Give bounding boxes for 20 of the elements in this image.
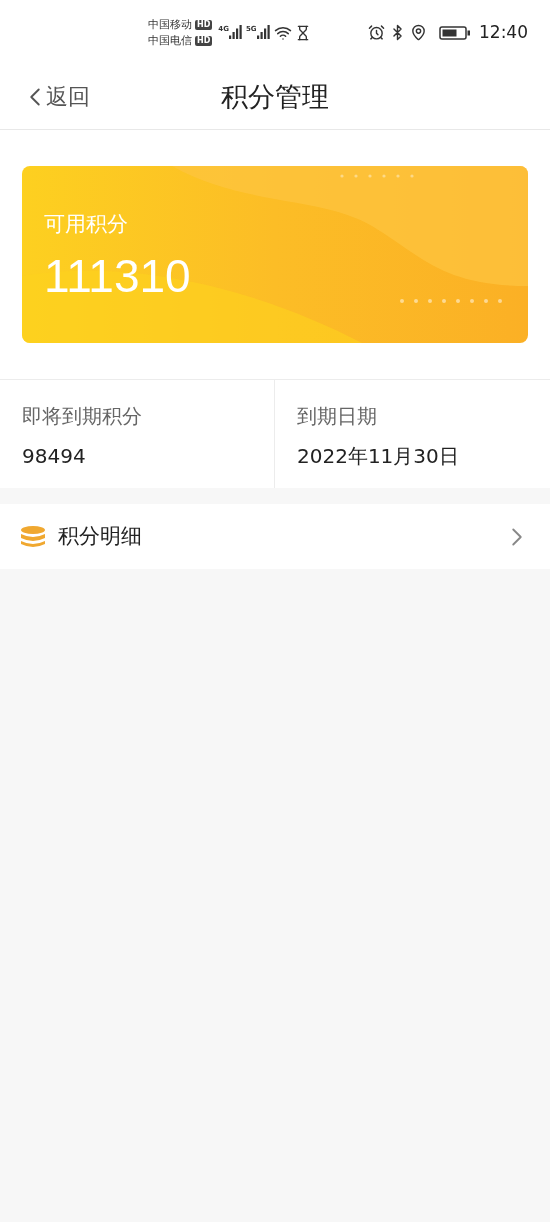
info-value: 98494 xyxy=(22,443,87,470)
clock-time: 12:40 xyxy=(479,20,528,44)
location-icon xyxy=(410,24,427,41)
carrier-name: 中国电信 xyxy=(148,33,192,48)
battery-icon xyxy=(439,24,471,41)
menu-row[interactable]: 积分明细 xyxy=(0,504,550,569)
points-value: 111310 xyxy=(44,249,192,304)
alarm-icon xyxy=(368,24,385,41)
info-value: 2022年11月30日 xyxy=(297,443,460,470)
info-label: 即将到期积分 xyxy=(22,403,143,430)
hd-badge: HD xyxy=(195,35,213,46)
page-title: 积分管理 xyxy=(221,79,329,114)
carrier-name: 中国移动 xyxy=(148,17,192,32)
coin-stack-icon xyxy=(20,524,46,549)
back-button[interactable]: 返回 xyxy=(20,80,90,113)
signal-icon xyxy=(228,24,243,41)
info-label: 到期日期 xyxy=(297,403,378,430)
hd-badge: HD xyxy=(195,19,213,30)
signal-icon xyxy=(256,24,271,41)
points-label: 可用积分 xyxy=(44,211,129,238)
